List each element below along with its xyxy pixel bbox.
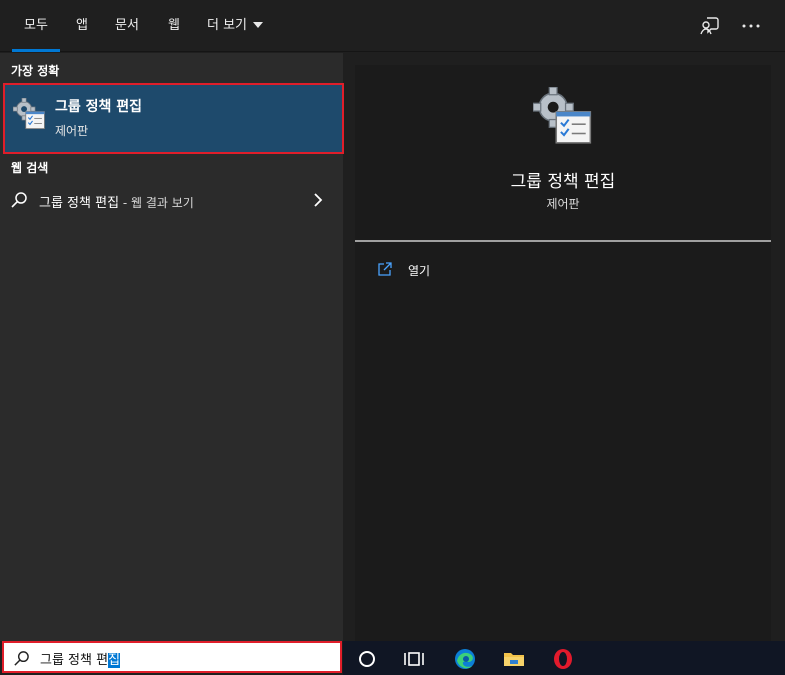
edge-icon[interactable] — [453, 647, 477, 671]
search-icon — [14, 651, 29, 666]
tab-all-label: 모두 — [24, 18, 48, 33]
search-input-selection: 집 — [108, 653, 121, 668]
open-action[interactable]: 열기 — [377, 261, 577, 281]
chevron-right-icon[interactable] — [313, 192, 323, 208]
tab-web[interactable]: 웹 — [156, 0, 192, 52]
search-input[interactable]: 그룹 정책 편집 — [2, 641, 342, 673]
tab-documents-label: 문서 — [115, 18, 139, 33]
web-search-suffix: - 웹 결과 보기 — [119, 196, 194, 210]
open-icon — [378, 262, 392, 276]
best-match-subtitle: 제어판 — [55, 124, 89, 138]
web-search-query: 그룹 정책 편집 — [39, 196, 120, 211]
cortana-icon[interactable] — [355, 647, 379, 671]
chevron-down-icon — [253, 22, 264, 28]
search-input-text: 그룹 정책 편 — [40, 653, 109, 668]
feedback-icon[interactable] — [698, 14, 722, 38]
search-icon — [11, 192, 27, 208]
divider — [355, 240, 771, 242]
tab-apps-label: 앱 — [76, 18, 88, 33]
best-match-result[interactable]: 그룹 정책 편집 제어판 — [3, 83, 344, 154]
web-search-heading: 웹 검색 — [11, 161, 49, 175]
results-pane: 가장 정확 그룹 정책 편집 제어판 웹 검색 그룹 정책 편집 - 웹 결과 … — [0, 53, 344, 641]
group-policy-icon — [533, 87, 592, 144]
search-tab-bar: 모두 앱 문서 웹 더 보기 — [0, 0, 785, 52]
open-action-label: 열기 — [408, 264, 431, 278]
tab-documents[interactable]: 문서 — [103, 0, 151, 52]
detail-pane: 그룹 정책 편집 제어판 열기 — [355, 65, 771, 641]
task-view-icon[interactable] — [402, 647, 426, 671]
more-options-icon[interactable] — [739, 14, 763, 38]
opera-icon[interactable] — [551, 647, 575, 671]
web-search-result[interactable]: 그룹 정책 편집 - 웹 결과 보기 — [0, 183, 343, 217]
taskbar — [343, 641, 785, 675]
best-match-title: 그룹 정책 편집 — [55, 99, 143, 115]
tab-all[interactable]: 모두 — [12, 0, 60, 52]
detail-title: 그룹 정책 편집 — [510, 172, 616, 192]
best-match-heading: 가장 정확 — [11, 64, 60, 78]
group-policy-icon — [13, 98, 45, 130]
detail-subtitle: 제어판 — [546, 197, 580, 211]
tab-more[interactable]: 더 보기 — [195, 0, 275, 52]
file-explorer-icon[interactable] — [502, 647, 526, 671]
tab-web-label: 웹 — [168, 18, 180, 33]
tab-apps[interactable]: 앱 — [64, 0, 100, 52]
tab-more-label: 더 보기 — [207, 18, 248, 33]
